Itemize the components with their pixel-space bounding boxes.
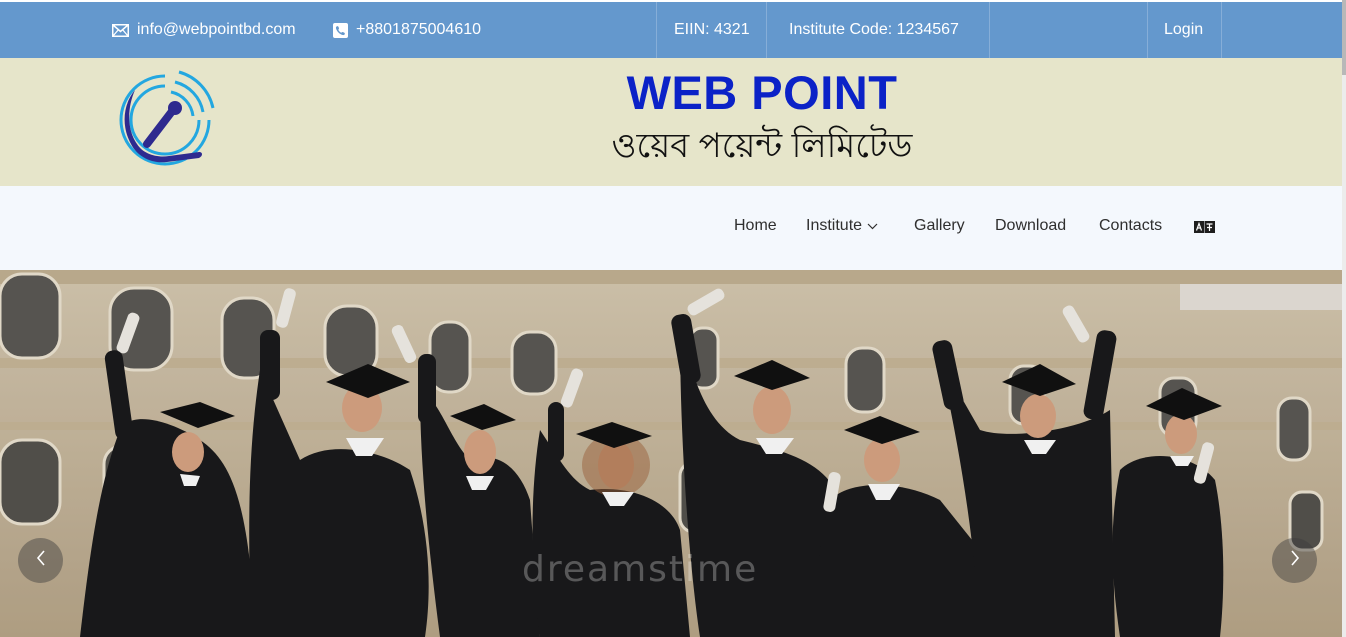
nav-label: Download — [995, 217, 1067, 234]
login-link[interactable]: Login — [1164, 2, 1203, 58]
nav-home[interactable]: Home — [734, 217, 777, 235]
nav-contacts[interactable]: Contacts — [1099, 217, 1162, 235]
nav-label: Home — [734, 217, 777, 234]
brand-header: WEB POINT ওয়েব পয়েন্ট লিমিটেড — [0, 58, 1342, 186]
phone-contact[interactable]: +8801875004610 — [333, 2, 481, 58]
nav-gallery[interactable]: Gallery — [914, 217, 965, 235]
nav-label: Contacts — [1099, 217, 1163, 234]
nav-institute[interactable]: Institute — [806, 217, 878, 235]
chevron-right-icon — [1290, 550, 1300, 571]
language-toggle-icon[interactable] — [1194, 221, 1215, 233]
watermark-text: dreamstime — [522, 549, 759, 590]
divider — [766, 2, 767, 58]
envelope-icon — [112, 23, 129, 37]
webpoint-logo[interactable] — [113, 68, 217, 172]
nav-download[interactable]: Download — [995, 217, 1066, 235]
eiin-text: EIIN: 4321 — [674, 21, 750, 38]
slider-prev-button[interactable] — [18, 538, 63, 583]
divider — [989, 2, 990, 58]
institute-code-text: Institute Code: 1234567 — [789, 21, 959, 38]
site-subtitle-bangla: ওয়েব পয়েন্ট লিমিটেড — [611, 127, 913, 165]
phone-icon — [333, 22, 348, 38]
divider — [1147, 2, 1148, 58]
divider — [656, 2, 657, 58]
chevron-down-icon — [867, 217, 878, 235]
phone-text: +8801875004610 — [356, 21, 482, 38]
nav-label: Gallery — [914, 217, 965, 234]
divider — [1221, 2, 1222, 58]
site-title: WEB POINT — [626, 66, 898, 119]
chevron-left-icon — [36, 550, 46, 571]
email-text: info@webpointbd.com — [137, 21, 296, 38]
hero-slider[interactable]: dreamstime — [0, 270, 1342, 637]
nav-label: Institute — [806, 217, 863, 234]
page: info@webpointbd.com +8801875004610 EIIN:… — [0, 0, 1346, 637]
email-contact[interactable]: info@webpointbd.com — [112, 2, 296, 58]
scrollbar-thumb[interactable] — [1342, 0, 1346, 75]
page-scrollbar[interactable] — [1342, 0, 1346, 637]
main-nav: Home Institute Gallery Download Contacts — [0, 186, 1342, 270]
top-info-bar: info@webpointbd.com +8801875004610 EIIN:… — [0, 2, 1342, 58]
slider-next-button[interactable] — [1272, 538, 1317, 583]
